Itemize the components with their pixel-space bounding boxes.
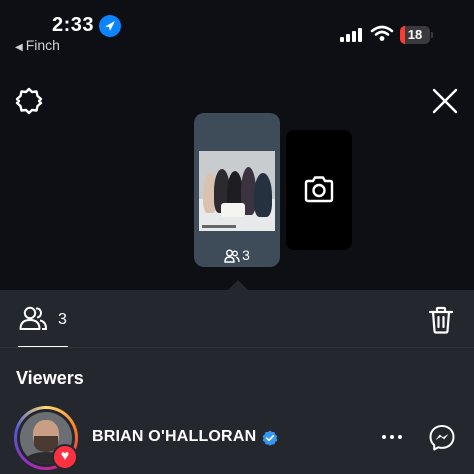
wifi-icon	[370, 25, 394, 41]
battery-indicator: 18	[400, 26, 434, 44]
back-triangle-icon: ◀	[15, 42, 23, 53]
back-app-label: Finch	[25, 37, 60, 53]
story-thumbnail[interactable]: 3	[194, 113, 280, 267]
close-icon[interactable]	[430, 86, 460, 116]
camera-icon	[304, 176, 334, 203]
trash-icon[interactable]	[428, 306, 454, 334]
viewers-heading: Viewers	[16, 368, 84, 388]
verified-badge-icon	[262, 430, 278, 446]
more-options-icon[interactable]	[380, 432, 404, 442]
sheet-divider	[0, 347, 474, 348]
cellular-signal-icon	[340, 28, 364, 42]
story-photo	[199, 151, 275, 231]
messenger-icon[interactable]	[428, 424, 456, 452]
viewer-name[interactable]: BRIAN O'HALLORAN	[92, 428, 256, 446]
status-bar: 2:33 ◀ Finch 18	[0, 0, 474, 60]
tab-viewers[interactable]: 3	[18, 305, 70, 335]
viewer-row[interactable]: ♥ BRIAN O'HALLORAN	[0, 402, 474, 474]
add-story-camera-button[interactable]	[286, 130, 352, 250]
gear-icon[interactable]	[14, 86, 44, 116]
heart-reaction-icon: ♥	[52, 444, 78, 470]
viewers-tab-count: 3	[58, 311, 67, 328]
story-viewer-count-label: 3	[242, 247, 250, 263]
story-viewer-count: 3	[194, 247, 280, 263]
battery-percent: 18	[407, 27, 423, 42]
viewers-icon	[224, 249, 240, 263]
status-time: 2:33	[52, 14, 95, 36]
back-to-app-link[interactable]: ◀ Finch	[15, 37, 60, 53]
viewers-tab-icon	[19, 306, 48, 330]
location-arrow-icon	[99, 15, 121, 37]
